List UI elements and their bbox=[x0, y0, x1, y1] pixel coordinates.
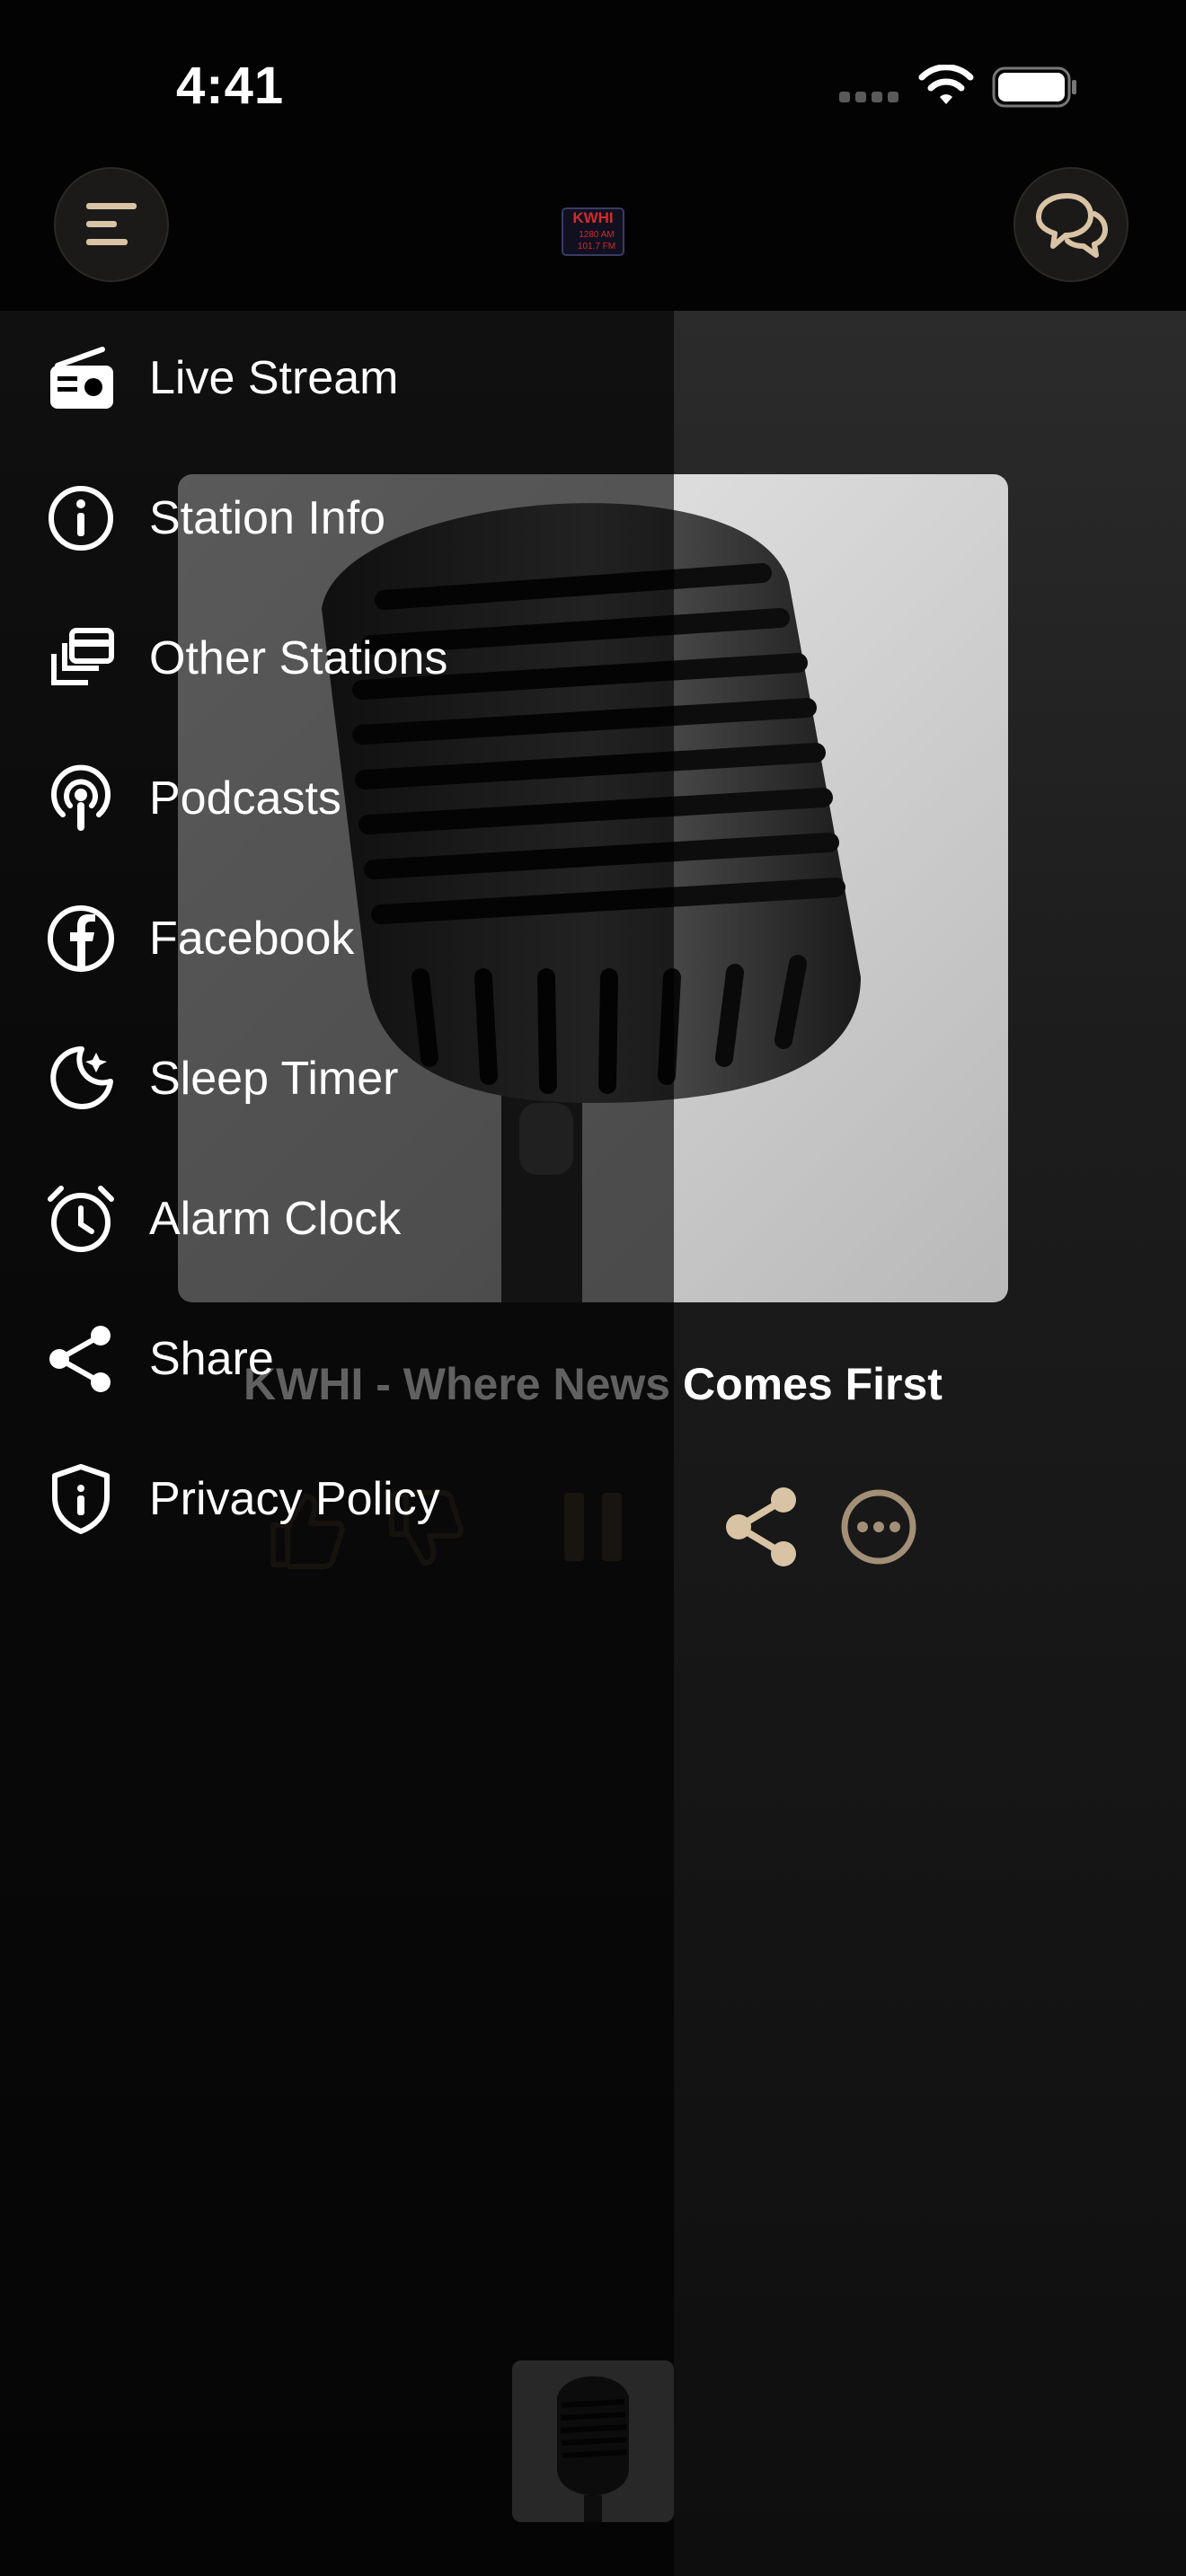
moon-icon bbox=[45, 1043, 117, 1115]
menu-icon bbox=[86, 203, 137, 245]
shield-icon bbox=[45, 1463, 117, 1535]
side-drawer: Live Stream Station Info Other Stations bbox=[0, 311, 674, 2576]
menu-item-label: Podcasts bbox=[149, 772, 341, 825]
menu-item-label: Live Stream bbox=[149, 352, 399, 404]
menu-item-station-info[interactable]: Station Info bbox=[0, 451, 674, 586]
menu-item-label: Share bbox=[149, 1333, 274, 1385]
cellular-signal-icon bbox=[839, 92, 898, 102]
podcast-icon bbox=[45, 763, 117, 834]
menu-item-label: Facebook bbox=[149, 913, 355, 965]
status-time: 4:41 bbox=[176, 57, 285, 115]
facebook-icon bbox=[45, 903, 117, 975]
menu-item-alarm-clock[interactable]: Alarm Clock bbox=[0, 1151, 674, 1286]
menu-item-sleep-timer[interactable]: Sleep Timer bbox=[0, 1011, 674, 1146]
svg-text:101.7 FM: 101.7 FM bbox=[578, 242, 615, 251]
info-icon bbox=[45, 482, 117, 554]
menu-item-facebook[interactable]: Facebook bbox=[0, 871, 674, 1006]
stack-icon bbox=[45, 622, 117, 694]
radio-icon bbox=[45, 342, 117, 414]
more-icon[interactable] bbox=[837, 1486, 920, 1568]
menu-item-label: Other Stations bbox=[149, 632, 448, 684]
chat-button[interactable] bbox=[1013, 167, 1128, 282]
menu-item-other-stations[interactable]: Other Stations bbox=[0, 591, 674, 726]
wifi-icon bbox=[918, 65, 974, 104]
menu-item-privacy-policy[interactable]: Privacy Policy bbox=[0, 1432, 674, 1566]
menu-item-label: Sleep Timer bbox=[149, 1053, 399, 1105]
station-logo: KWHI 1280 AM 101.7 FM bbox=[562, 207, 624, 256]
menu-item-podcasts[interactable]: Podcasts bbox=[0, 731, 674, 866]
alarm-clock-icon bbox=[45, 1183, 117, 1255]
svg-text:1280 AM: 1280 AM bbox=[579, 230, 614, 240]
menu-item-share[interactable]: Share bbox=[0, 1292, 674, 1426]
chat-bubbles-icon bbox=[1036, 193, 1108, 258]
menu-item-live-stream[interactable]: Live Stream bbox=[0, 311, 674, 446]
share-icon bbox=[45, 1323, 117, 1395]
menu-item-label: Privacy Policy bbox=[149, 1473, 440, 1525]
menu-item-label: Station Info bbox=[149, 492, 386, 544]
battery-icon bbox=[992, 66, 1076, 108]
menu-item-label: Alarm Clock bbox=[149, 1193, 402, 1245]
share-icon[interactable] bbox=[721, 1486, 803, 1568]
logo-text: KWHI bbox=[572, 209, 613, 226]
menu-button[interactable] bbox=[54, 167, 169, 282]
